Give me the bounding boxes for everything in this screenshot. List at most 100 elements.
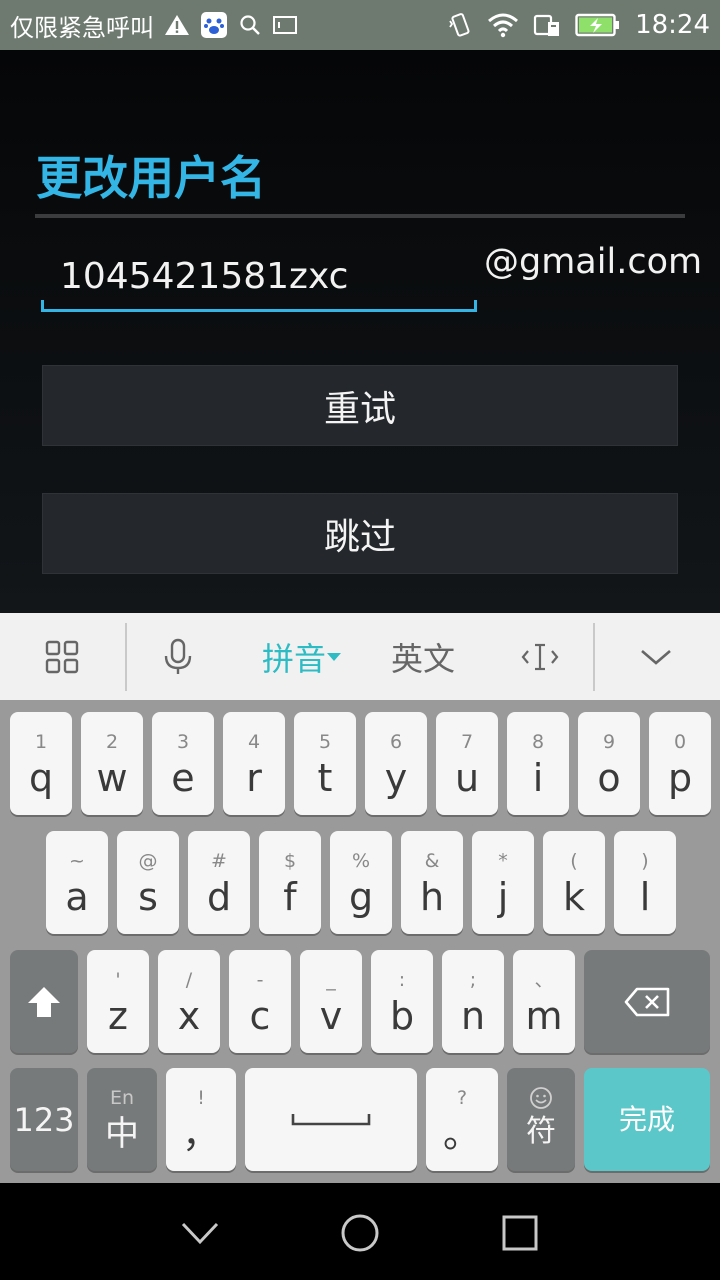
collapse-keyboard-icon[interactable] bbox=[624, 613, 688, 700]
key-hint: * bbox=[498, 849, 508, 872]
change-username-screen: 更改用户名 1045421581zxc @gmail.com 重试 跳过 bbox=[0, 50, 720, 613]
key-b[interactable]: :b bbox=[371, 950, 433, 1053]
warning-icon bbox=[164, 13, 190, 37]
soft-keyboard: 1q 2w 3e 4r 5t 6y 7u 8i 9o 0p ~ a @ s # d $… bbox=[0, 700, 720, 1183]
key-label: 完成 bbox=[618, 1102, 675, 1136]
key-t[interactable]: 5t bbox=[294, 712, 356, 815]
key-hint: 4 bbox=[247, 730, 261, 753]
key-n[interactable]: ; n bbox=[442, 950, 504, 1053]
microphone-icon[interactable] bbox=[146, 613, 210, 700]
key-hint: # bbox=[211, 849, 227, 872]
key-hint: % bbox=[351, 849, 371, 872]
cursor-icon[interactable] bbox=[508, 613, 572, 700]
key-label: r bbox=[246, 755, 262, 800]
title-divider bbox=[35, 214, 685, 218]
key-label: b bbox=[389, 993, 415, 1038]
key-label: 。 bbox=[442, 1111, 481, 1156]
numbers-key[interactable]: 123 bbox=[10, 1068, 78, 1171]
username-input[interactable]: 1045421581zxc bbox=[41, 246, 477, 312]
comma-key[interactable]: ! ， bbox=[166, 1068, 236, 1171]
space-bar-icon bbox=[291, 1113, 371, 1125]
key-v[interactable]: _ v bbox=[300, 950, 362, 1053]
key-hint: ; bbox=[469, 968, 477, 991]
period-key[interactable]: ? 。 bbox=[426, 1068, 498, 1171]
key-label: h bbox=[419, 874, 445, 919]
key-j[interactable]: * j bbox=[472, 831, 534, 934]
key-hint: ! bbox=[197, 1086, 205, 1109]
key-p[interactable]: 0p bbox=[649, 712, 711, 815]
key-hint: 6 bbox=[389, 730, 403, 753]
key-hint: ' bbox=[115, 968, 121, 991]
key-hint: 9 bbox=[602, 730, 616, 753]
done-key[interactable]: 完成 bbox=[584, 1068, 710, 1171]
key-label: l bbox=[639, 874, 651, 919]
key-label: t bbox=[317, 755, 333, 800]
key-hint: 、 bbox=[534, 968, 554, 991]
backspace-key[interactable] bbox=[584, 950, 710, 1053]
shift-key[interactable] bbox=[10, 950, 78, 1053]
key-label: ， bbox=[181, 1111, 220, 1156]
key-hint: 8 bbox=[531, 730, 545, 753]
key-w[interactable]: 2w bbox=[81, 712, 143, 815]
space-key[interactable] bbox=[245, 1068, 417, 1171]
key-o[interactable]: 9o bbox=[578, 712, 640, 815]
key-label: v bbox=[319, 993, 343, 1038]
key-z[interactable]: ' z bbox=[87, 950, 149, 1053]
key-hint: 5 bbox=[318, 730, 332, 753]
key-hint: $ bbox=[283, 849, 297, 872]
key-label: s bbox=[138, 874, 158, 919]
retry-button[interactable]: 重试 bbox=[42, 365, 678, 446]
shift-icon bbox=[28, 986, 60, 1017]
key-label: 中 bbox=[105, 1113, 139, 1154]
recents-icon[interactable] bbox=[496, 1209, 544, 1257]
key-label: x bbox=[177, 993, 201, 1038]
key-label: j bbox=[497, 874, 509, 919]
key-y[interactable]: 6y bbox=[365, 712, 427, 815]
key-label: q bbox=[28, 755, 54, 800]
key-d[interactable]: # d bbox=[188, 831, 250, 934]
key-r[interactable]: 4r bbox=[223, 712, 285, 815]
key-u[interactable]: 7u bbox=[436, 712, 498, 815]
key-hint: 3 bbox=[176, 730, 190, 753]
key-hint: 2 bbox=[105, 730, 119, 753]
home-icon[interactable] bbox=[336, 1209, 384, 1257]
language-switch-key[interactable]: En 中 bbox=[87, 1068, 157, 1171]
grid-menu-icon[interactable] bbox=[30, 613, 94, 700]
key-f[interactable]: $ f bbox=[259, 831, 321, 934]
search-icon bbox=[238, 13, 262, 37]
key-hint: 1 bbox=[34, 730, 48, 753]
key-hint: : bbox=[398, 968, 406, 991]
clock: 18:24 bbox=[635, 10, 710, 40]
english-mode-tab[interactable]: 英文 bbox=[378, 613, 468, 700]
key-l[interactable]: ) l bbox=[614, 831, 676, 934]
key-q[interactable]: 1q bbox=[10, 712, 72, 815]
key-hint: - bbox=[256, 968, 264, 991]
key-s[interactable]: @ s bbox=[117, 831, 179, 934]
key-hint: 7 bbox=[460, 730, 474, 753]
pinyin-label: 拼音 bbox=[261, 639, 326, 678]
key-hint: ( bbox=[570, 849, 578, 872]
pinyin-mode-tab[interactable]: 拼音 bbox=[252, 613, 352, 700]
key-label: w bbox=[96, 755, 128, 800]
key-k[interactable]: (k bbox=[543, 831, 605, 934]
skip-button[interactable]: 跳过 bbox=[42, 493, 678, 574]
key-e[interactable]: 3e bbox=[152, 712, 214, 815]
username-value: 1045421581zxc bbox=[60, 256, 349, 297]
key-hint: En bbox=[109, 1086, 135, 1109]
key-hint: / bbox=[185, 968, 193, 991]
key-g[interactable]: % g bbox=[330, 831, 392, 934]
key-m[interactable]: 、 m bbox=[513, 950, 575, 1053]
key-x[interactable]: / x bbox=[158, 950, 220, 1053]
symbol-key[interactable]: 符 bbox=[507, 1068, 575, 1171]
backspace-icon bbox=[624, 987, 670, 1016]
key-c[interactable]: -c bbox=[229, 950, 291, 1053]
status-bar: 仅限紧急呼叫 18:24 bbox=[0, 0, 720, 50]
back-icon[interactable] bbox=[176, 1209, 224, 1257]
key-i[interactable]: 8i bbox=[507, 712, 569, 815]
key-a[interactable]: ~ a bbox=[46, 831, 108, 934]
key-h[interactable]: & h bbox=[401, 831, 463, 934]
key-label: y bbox=[384, 755, 408, 800]
key-hint: @ bbox=[138, 849, 158, 872]
english-label: 英文 bbox=[390, 639, 455, 678]
sim-icon bbox=[533, 12, 561, 38]
